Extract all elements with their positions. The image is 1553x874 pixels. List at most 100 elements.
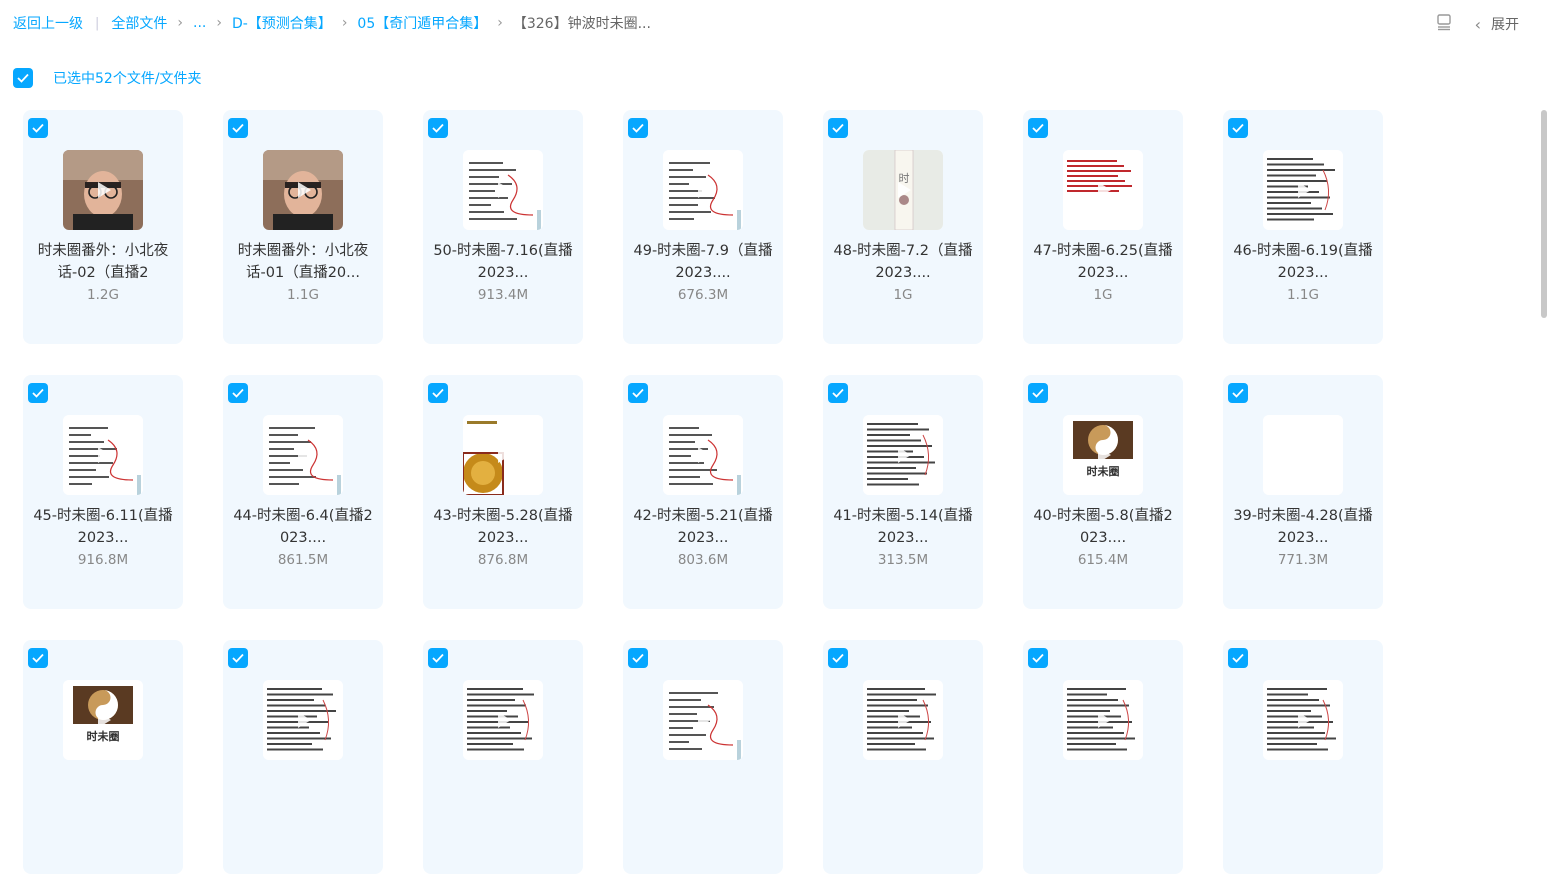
file-checkbox[interactable] (1028, 383, 1048, 403)
file-checkbox[interactable] (1228, 118, 1248, 138)
file-card[interactable]: 41-时未圈-5.14(直播2023... 313.5M (823, 375, 983, 609)
file-checkbox[interactable] (628, 383, 648, 403)
ellipsis-link[interactable]: ... (193, 15, 206, 31)
file-card[interactable] (623, 640, 783, 874)
file-thumbnail[interactable] (863, 415, 943, 495)
file-card[interactable]: 45-时未圈-6.11(直播2023... 916.8M (23, 375, 183, 609)
folder-link-predict[interactable]: D-【预测合集】 (232, 13, 332, 33)
file-card[interactable]: 49-时未圈-7.9（直播2023.... 676.3M (623, 110, 783, 344)
file-thumbnail[interactable] (663, 680, 743, 760)
check-icon (1232, 653, 1244, 663)
back-link[interactable]: 返回上一级 (13, 13, 83, 33)
file-thumbnail[interactable] (1263, 680, 1343, 760)
chevron-right-icon: › (216, 15, 222, 31)
file-checkbox[interactable] (228, 118, 248, 138)
file-checkbox[interactable] (828, 118, 848, 138)
file-checkbox[interactable] (828, 383, 848, 403)
selection-count: 已选中52个文件/文件夹 (53, 71, 202, 87)
file-card[interactable] (823, 640, 983, 874)
file-card[interactable]: 44-时未圈-6.4(直播2023.... 861.5M (223, 375, 383, 609)
play-icon (891, 178, 915, 202)
folder-link-qimen[interactable]: 05【奇门遁甲合集】 (357, 13, 487, 33)
file-checkbox[interactable] (628, 648, 648, 668)
file-thumbnail[interactable] (663, 150, 743, 230)
file-checkbox[interactable] (1028, 648, 1048, 668)
file-name: 47-时未圈-6.25(直播2023... (1033, 243, 1173, 281)
layout-icon[interactable] (1435, 13, 1453, 35)
all-files-link[interactable]: 全部文件 (111, 13, 167, 33)
file-thumbnail[interactable] (463, 415, 543, 495)
file-checkbox[interactable] (28, 648, 48, 668)
file-card[interactable] (423, 640, 583, 874)
file-card[interactable] (223, 640, 383, 874)
file-card[interactable]: 时未圈番外：小北夜话-02（直播2 1.2G (23, 110, 183, 344)
file-checkbox[interactable] (28, 118, 48, 138)
current-folder: 【326】钟波时未圈... (512, 16, 651, 32)
file-checkbox[interactable] (428, 118, 448, 138)
file-thumbnail[interactable] (263, 150, 343, 230)
file-thumbnail[interactable] (263, 680, 343, 760)
file-card[interactable]: 时未圈 40-时未圈-5.8(直播2023.... 615.4M (1023, 375, 1183, 609)
check-icon (1032, 123, 1044, 133)
play-icon (491, 443, 515, 467)
file-card[interactable]: 时未圈 (23, 640, 183, 874)
file-checkbox[interactable] (628, 118, 648, 138)
file-checkbox[interactable] (228, 648, 248, 668)
file-card[interactable]: 47-时未圈-6.25(直播2023... 1G (1023, 110, 1183, 344)
file-thumbnail[interactable] (463, 680, 543, 760)
file-size: 1.1G (1287, 287, 1319, 303)
file-card[interactable]: 50-时未圈-7.16(直播2023... 913.4M (423, 110, 583, 344)
check-icon (1032, 388, 1044, 398)
file-size: 1G (893, 287, 913, 303)
play-icon (891, 443, 915, 467)
file-card[interactable]: 39-时未圈-4.28(直播2023... 771.3M (1223, 375, 1383, 609)
play-icon (1091, 443, 1115, 467)
check-icon (432, 653, 444, 663)
file-checkbox[interactable] (1228, 383, 1248, 403)
file-card[interactable]: 46-时未圈-6.19(直播2023... 1.1G (1223, 110, 1383, 344)
file-card[interactable] (1223, 640, 1383, 874)
file-thumbnail[interactable]: 时未圈 (1063, 415, 1143, 495)
file-checkbox[interactable] (428, 648, 448, 668)
chevron-left-icon: ‹ (1474, 14, 1481, 34)
file-checkbox[interactable] (228, 383, 248, 403)
file-checkbox[interactable] (1228, 648, 1248, 668)
file-thumbnail[interactable] (1263, 415, 1343, 495)
file-thumbnail[interactable] (1063, 680, 1143, 760)
file-thumbnail[interactable] (63, 150, 143, 230)
file-thumbnail[interactable] (663, 415, 743, 495)
check-icon (1232, 388, 1244, 398)
breadcrumb: 返回上一级 | 全部文件 › ... › D-【预测合集】 › 05【奇门遁甲合… (13, 13, 651, 33)
scrollbar-thumb[interactable] (1541, 110, 1547, 318)
file-thumbnail[interactable]: 时未圈 (63, 680, 143, 760)
check-icon (32, 388, 44, 398)
file-thumbnail[interactable] (63, 415, 143, 495)
file-thumbnail[interactable]: 时 (863, 150, 943, 230)
file-thumbnail[interactable] (1063, 150, 1143, 230)
file-card[interactable]: 42-时未圈-5.21(直播2023... 803.6M (623, 375, 783, 609)
check-icon (632, 123, 644, 133)
file-checkbox[interactable] (428, 383, 448, 403)
play-icon (1291, 178, 1315, 202)
expand-button[interactable]: ‹ 展开 (1475, 14, 1519, 34)
file-thumbnail[interactable] (863, 680, 943, 760)
play-icon (491, 178, 515, 202)
play-icon (291, 443, 315, 467)
file-card[interactable]: 43-时未圈-5.28(直播2023... 876.8M (423, 375, 583, 609)
file-size: 676.3M (677, 287, 729, 303)
file-card[interactable] (1023, 640, 1183, 874)
check-icon (232, 653, 244, 663)
file-checkbox[interactable] (28, 383, 48, 403)
check-icon (32, 653, 44, 663)
file-name: 39-时未圈-4.28(直播2023... (1233, 508, 1373, 546)
file-checkbox[interactable] (1028, 118, 1048, 138)
selection-bar: 已选中52个文件/文件夹 (13, 68, 202, 88)
file-size: 1.1G (287, 287, 319, 303)
file-thumbnail[interactable] (1263, 150, 1343, 230)
file-card[interactable]: 时未圈番外：小北夜话-01（直播20... 1.1G (223, 110, 383, 344)
select-all-checkbox[interactable] (13, 68, 33, 88)
file-checkbox[interactable] (828, 648, 848, 668)
file-card[interactable]: 时 48-时未圈-7.2（直播2023.... 1G (823, 110, 983, 344)
file-thumbnail[interactable] (263, 415, 343, 495)
file-thumbnail[interactable] (463, 150, 543, 230)
